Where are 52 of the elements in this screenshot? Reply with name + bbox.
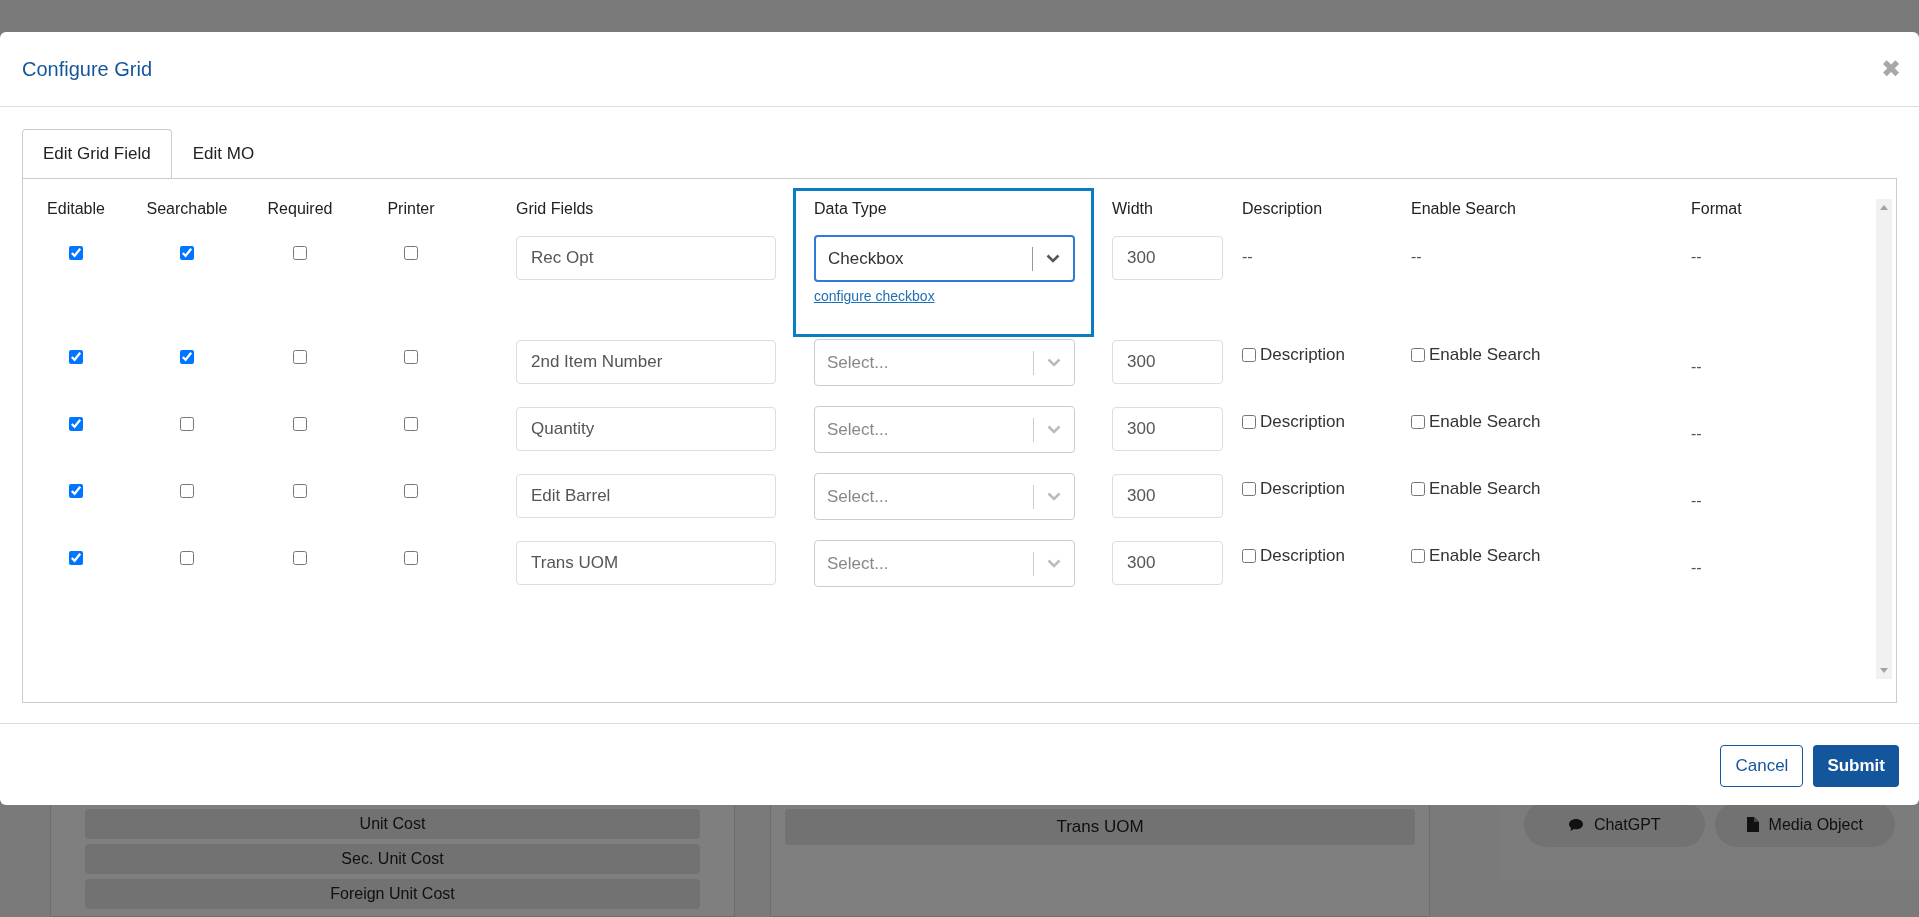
number-field[interactable]: 300 [1112,541,1223,585]
number-field[interactable]: 300 [1112,474,1223,518]
dialog-title: Configure Grid [22,57,153,82]
number-field[interactable]: 300 [1112,340,1223,384]
text-field[interactable]: Edit Barrel [516,474,776,518]
text-field[interactable]: Trans UOM [516,541,776,585]
action-button[interactable]: Media Object [1714,802,1895,847]
column-header: Searchable [146,199,228,219]
text-field[interactable]: Quantity [516,407,776,451]
dropdown[interactable]: Select... [814,473,1075,520]
field-button[interactable]: Foreign Unit Cost [85,879,700,909]
checkbox-label: Enable Search [1429,478,1541,500]
column-header: Width [1112,200,1153,217]
tab[interactable]: Edit MO [171,129,276,179]
empty-value: -- [1691,425,1702,442]
empty-value: -- [1691,559,1702,576]
tab[interactable]: Edit Grid Field [22,129,172,179]
text-field[interactable]: Rec Opt [516,236,776,280]
column-header: Format [1691,200,1742,217]
empty-value: -- [1411,248,1422,265]
field-button[interactable]: Sec. Unit Cost [85,844,700,874]
column-header: Data Type [814,200,887,217]
checkbox-label: Description [1260,344,1346,366]
number-field[interactable]: 300 [1112,236,1223,280]
cancel-button[interactable]: Cancel [1720,745,1804,787]
number-field[interactable]: 300 [1112,407,1223,451]
checkbox-label: Enable Search [1429,411,1541,433]
dropdown[interactable]: Select... [814,339,1075,386]
empty-value: -- [1242,248,1253,265]
text-field[interactable]: 2nd Item Number [516,340,776,384]
empty-value: -- [1691,358,1702,375]
submit-button[interactable]: Submit [1813,745,1899,787]
column-header: Description [1242,200,1323,217]
field-button[interactable]: Unit Cost [85,809,700,839]
checkbox-label: Description [1260,478,1346,500]
configure-link[interactable]: configure checkbox [814,286,935,307]
dropdown[interactable]: Select... [814,540,1075,587]
empty-value: -- [1691,492,1702,509]
column-header: Editable [47,199,105,219]
empty-value: -- [1691,248,1702,265]
checkbox-label: Description [1260,545,1346,567]
checkbox-label: Enable Search [1429,545,1541,567]
field-button[interactable]: Trans UOM [785,809,1415,845]
action-button[interactable]: ChatGPT [1524,802,1705,847]
checkbox-label: Description [1260,411,1346,433]
column-header: Required [267,199,333,219]
column-header: Enable Search [1411,200,1516,217]
dropdown[interactable]: Checkbox [814,235,1075,282]
column-header: Printer [387,199,435,219]
column-header: Grid Fields [516,200,594,217]
dropdown[interactable]: Select... [814,406,1075,453]
checkbox-label: Enable Search [1429,344,1541,366]
